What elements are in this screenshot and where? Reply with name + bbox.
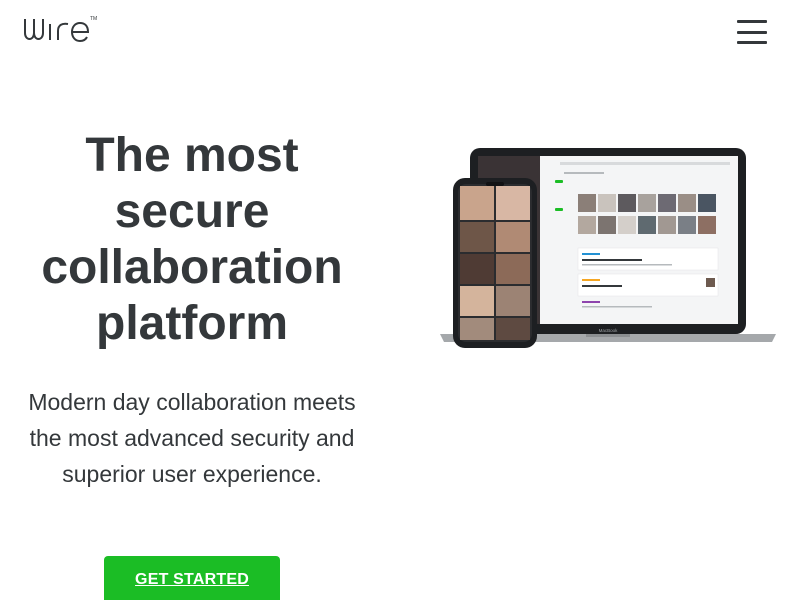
hero-subtitle-line: the most advanced security and	[29, 425, 355, 451]
hero-title-line: collaboration	[41, 241, 343, 294]
laptop-label: MacBook	[599, 328, 619, 333]
hero-title-line: secure	[114, 185, 270, 238]
menu-bar-top	[737, 20, 767, 23]
wire-logo[interactable]: TM	[24, 14, 112, 44]
hero-title-line: platform	[96, 297, 288, 350]
hero-subtitle-line: Modern day collaboration meets	[28, 389, 356, 415]
menu-bar-middle	[737, 30, 767, 34]
wire-logo-icon: TM	[24, 16, 97, 43]
hero-subtitle: Modern day collaboration meets the most …	[14, 384, 370, 492]
svg-text:TM: TM	[90, 16, 97, 22]
menu-bar-bottom	[737, 41, 767, 44]
devices-illustration: MacBook	[436, 146, 780, 350]
get-started-button[interactable]: GET STARTED	[104, 556, 280, 600]
hero-title: The most secure collaboration platform	[20, 128, 364, 352]
hamburger-menu-icon[interactable]	[734, 16, 770, 48]
devices-illustration-icon: MacBook	[440, 148, 776, 348]
hero-subtitle-line: superior user experience.	[62, 461, 322, 487]
hero-title-line: The most	[85, 129, 299, 182]
